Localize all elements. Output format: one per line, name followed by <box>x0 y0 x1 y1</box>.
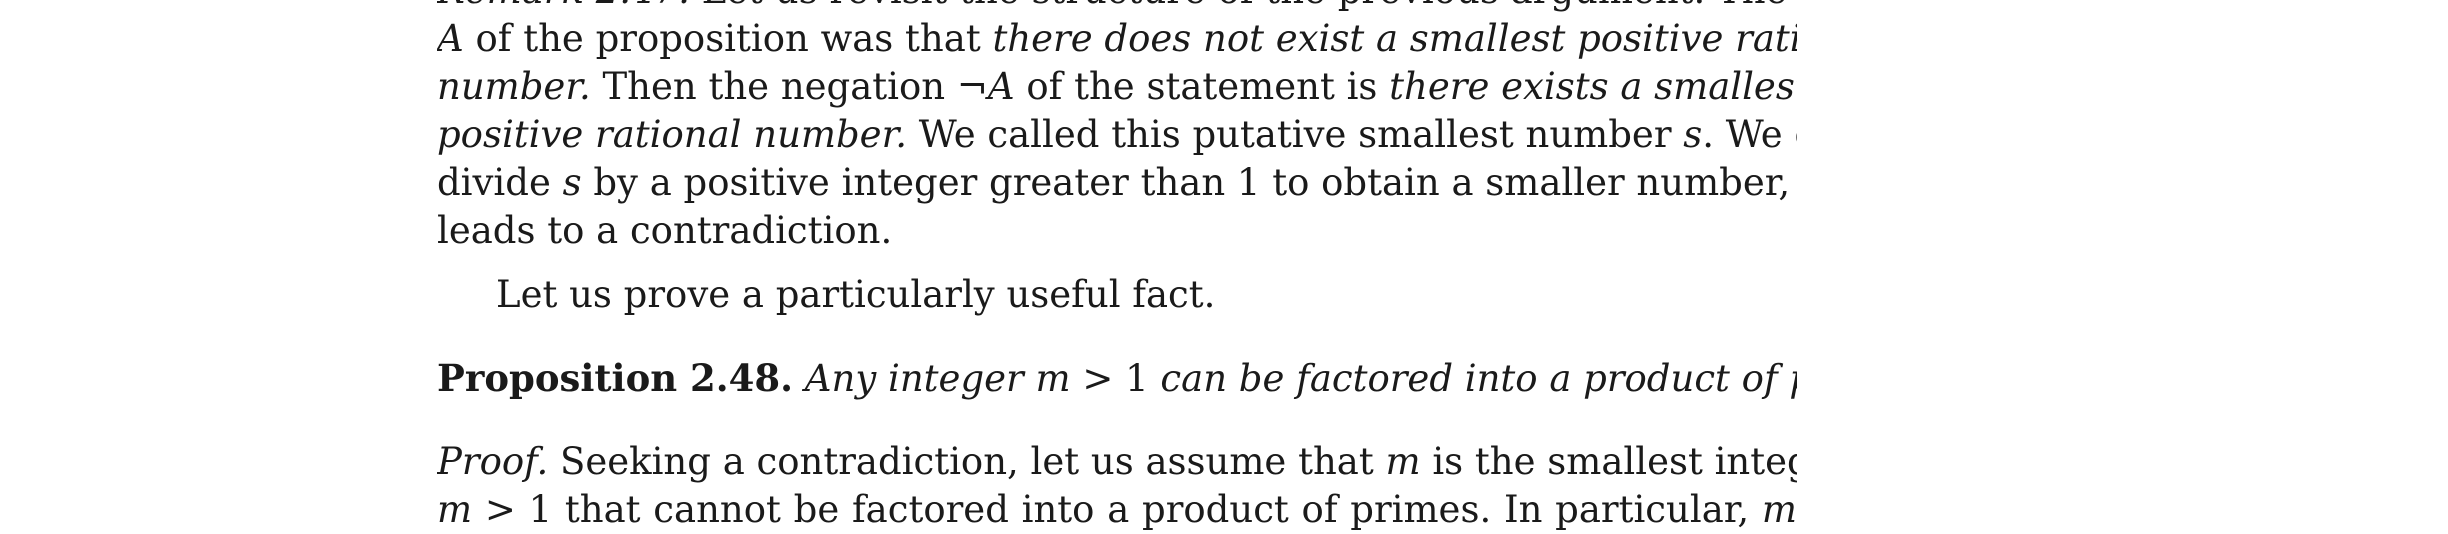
intro-paragraph: Let us prove a particularly useful fact. <box>437 271 1797 319</box>
remark-line-4: positive rational number. We called this… <box>437 113 1797 156</box>
proof-line-2: m > 1 that cannot be factored into a pro… <box>437 488 1797 531</box>
proposition-block: Proposition 2.48. Any integer m > 1 can … <box>437 354 1797 402</box>
proof-paragraph: Proof. Seeking a contradiction, let us a… <box>437 438 1797 534</box>
proof-line-1: Proof. Seeking a contradiction, let us a… <box>437 440 1797 483</box>
remark-line-6: leads to a contradiction. <box>437 209 893 252</box>
remark-line-2: A of the proposition was that there does… <box>437 17 1797 60</box>
proposition-label: Proposition 2.48. <box>437 356 794 400</box>
intro-line: Let us prove a particularly useful fact. <box>496 273 1216 316</box>
remark-line-5: divide s by a positive integer greater t… <box>437 161 1797 204</box>
document-page: Remark 2.47. Let us revisit the structur… <box>437 0 1797 534</box>
remark-line-3: number. Then the negation ¬A of the stat… <box>437 65 1797 108</box>
remark-paragraph: Remark 2.47. Let us revisit the structur… <box>437 0 1797 255</box>
proposition-line: Proposition 2.48. Any integer m > 1 can … <box>437 356 1797 400</box>
remark-label: Remark 2.47. <box>437 0 690 12</box>
proof-label: Proof. <box>437 440 549 483</box>
remark-line-1: Remark 2.47. Let us revisit the structur… <box>437 0 1797 15</box>
